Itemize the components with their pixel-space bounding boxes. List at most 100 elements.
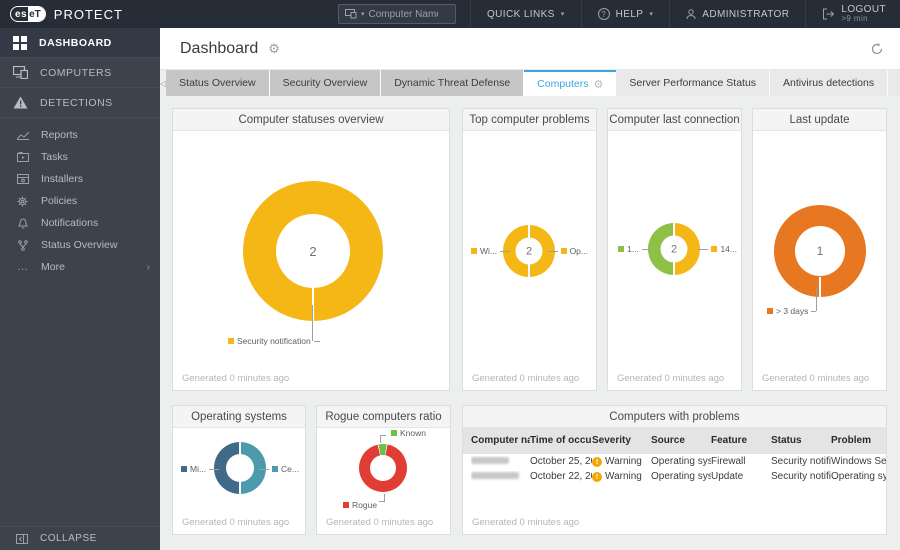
legend-callout-line [379,494,385,502]
donut-center-value: 2 [660,235,688,263]
col-feature[interactable]: Feature [711,435,771,447]
refresh-icon[interactable] [870,42,884,56]
more-ellipsis-icon: … [17,261,28,273]
policies-gear-icon [17,196,28,206]
cell-status: Security notific... [771,456,831,467]
legend-swatch [618,246,624,252]
col-time-of-occurrence[interactable]: Time of occurrence [530,435,592,447]
cell-problem: Operating syst... [831,471,886,482]
dashboard-grid-icon [13,35,27,50]
cell-severity: Warning [605,471,642,482]
cell-time: October 25, 20... [530,456,592,467]
page-header: Dashboard ⚙ [160,28,900,70]
update-donut-chart[interactable]: 1 [774,205,866,297]
legend-swatch [272,466,279,472]
legend-swatch [711,246,718,252]
dashboard-settings-gear-icon[interactable]: ⚙ [268,41,280,57]
sidebar-item-tasks[interactable]: Tasks [0,146,160,168]
panel-rogue-computers-ratio: Rogue computers ratio Known Rogue Genera… [316,405,451,535]
sidebar-item-more[interactable]: … More › [0,256,160,278]
donut-center-value: 1 [795,226,845,276]
table-row[interactable]: October 22, 20... !Warning Operating sys… [463,469,886,484]
legend-rogue[interactable]: Rogue [343,500,377,510]
legend-swatch [560,248,567,254]
logout-button[interactable]: LOGOUT >9 min [805,0,900,28]
sidebar-item-policies[interactable]: Policies [0,190,160,212]
legend-right[interactable]: Ce... [259,464,299,474]
sidebar-item-computers[interactable]: COMPUTERS [0,58,160,88]
col-computer-name[interactable]: Computer name [471,435,530,447]
tab-server-performance-status[interactable]: Server Performance Status [616,70,771,96]
sidebar-item-status-overview[interactable]: Status Overview [0,234,160,256]
table-header-row: Computer name Time of occurrence Severit… [463,428,886,454]
col-problem[interactable]: Problem [831,435,886,447]
panel-operating-systems: Operating systems Mi... Ce... Generated … [172,405,306,535]
col-severity[interactable]: Severity [592,435,651,447]
tab-status-overview[interactable]: Status Overview [166,70,270,96]
user-icon [686,8,696,19]
top-bar: es eT PROTECT ▾ QUICK LINKS ▾ ? HELP ▾ A… [0,0,900,28]
user-menu[interactable]: ADMINISTRATOR [669,0,805,28]
computers-icon [13,66,28,79]
panel-computer-statuses-overview: Computer statuses overview 2 Security no… [172,108,450,391]
tab-dynamic-threat-defense[interactable]: Dynamic Threat Defense [381,70,525,96]
legend-left[interactable]: 1... [618,244,652,254]
panel-title[interactable]: Top computer problems [463,109,596,131]
tab-settings-gear-icon[interactable]: ⚙ [594,78,604,91]
panel-title[interactable]: Last update [753,109,886,131]
rogue-donut-chart[interactable] [359,444,407,492]
legend-update-age[interactable]: > 3 days [767,306,817,316]
sidebar-item-dashboard[interactable]: DASHBOARD [0,28,160,58]
legend-known[interactable]: Known [391,428,426,438]
legend-swatch [767,308,773,314]
col-source[interactable]: Source [651,435,711,447]
legend-swatch [343,502,349,508]
help-menu[interactable]: ? HELP ▾ [580,0,670,28]
generated-timestamp: Generated 0 minutes ago [762,373,870,384]
installers-icon [16,174,29,184]
detections-warning-icon [13,96,28,109]
panel-title[interactable]: Rogue computers ratio [317,406,450,428]
panel-title[interactable]: Computers with problems [463,406,886,428]
sidebar-item-reports[interactable]: Reports [0,124,160,146]
dashboard-content: Computer statuses overview 2 Security no… [160,96,900,550]
legend-right[interactable]: 14... [698,244,737,254]
panel-title[interactable]: Operating systems [173,406,305,428]
page-title: Dashboard [180,39,259,57]
generated-timestamp: Generated 0 minutes ago [182,517,290,528]
cell-feature: Update [711,471,744,482]
panel-title[interactable]: Computer last connection [608,109,741,131]
quick-links-menu[interactable]: QUICK LINKS ▾ [469,0,581,28]
sidebar-collapse-button[interactable]: COLLAPSE [0,526,160,550]
statuses-donut-chart[interactable]: 2 [243,181,383,321]
chevron-down-icon[interactable]: ▾ [361,10,365,18]
legend-swatch [471,248,477,254]
legend-callout-line [380,435,386,443]
panel-title[interactable]: Computer statuses overview [173,109,449,131]
generated-timestamp: Generated 0 minutes ago [472,517,580,528]
legend-security-notification[interactable]: Security notification [228,336,320,346]
col-status[interactable]: Status [771,435,831,447]
legend-swatch [391,430,397,436]
search-input[interactable] [368,8,439,20]
help-icon: ? [597,8,610,20]
tab-security-overview[interactable]: Security Overview [269,70,382,96]
legend-left[interactable]: Wi... [471,246,510,256]
tab-firewall-detections[interactable]: Firewall detections [888,70,900,96]
sidebar-item-detections[interactable]: DETECTIONS [0,88,160,118]
connection-donut-chart[interactable]: 2 [648,223,700,275]
sidebar-item-installers[interactable]: Installers [0,168,160,190]
tab-antivirus-detections[interactable]: Antivirus detections [770,70,889,96]
chevron-down-icon: ▾ [560,11,565,18]
warning-icon: ! [592,456,602,467]
legend-left[interactable]: Mi... [181,464,220,474]
reports-chart-icon [16,131,29,140]
table-row[interactable]: October 25, 20... !Warning Operating sys… [463,454,886,469]
legend-right[interactable]: Op... [547,246,588,256]
tab-computers[interactable]: Computers ⚙ [524,70,617,96]
cell-source: Operating syst... [651,456,711,467]
panel-top-computer-problems: Top computer problems 2 Wi... Op... Gene… [462,108,597,391]
sidebar-item-notifications[interactable]: Notifications [0,212,160,234]
computer-search-box[interactable]: ▾ [337,4,456,24]
logout-icon [823,8,835,20]
